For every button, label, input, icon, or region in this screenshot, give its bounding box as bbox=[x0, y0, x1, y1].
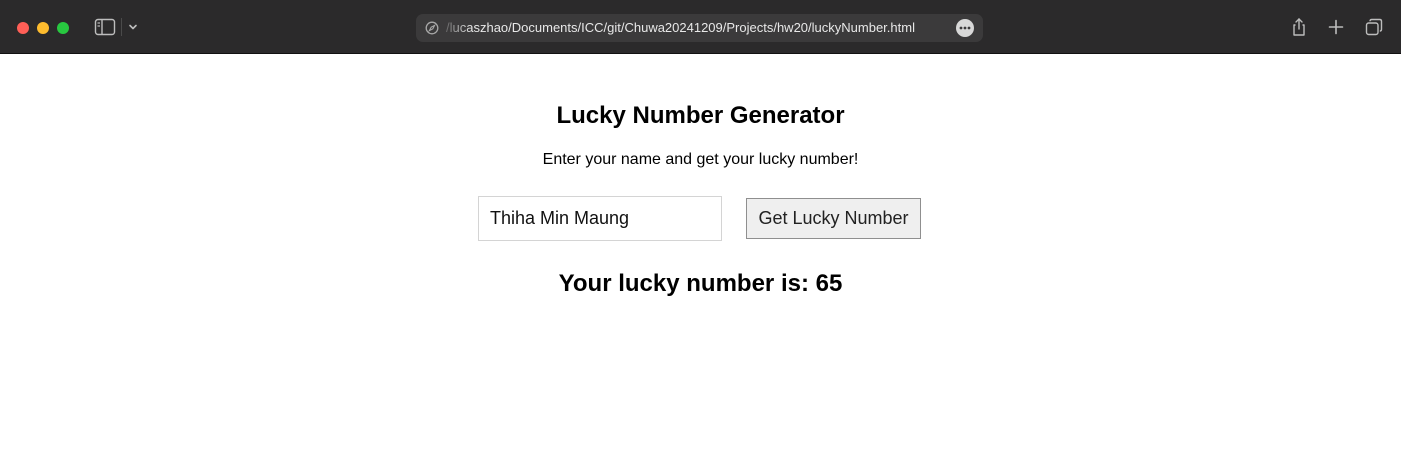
address-bar[interactable]: /lucaszhao/Documents/ICC/git/Chuwa202412… bbox=[416, 14, 983, 42]
toolbar-divider bbox=[121, 18, 122, 36]
get-lucky-number-button[interactable]: Get Lucky Number bbox=[746, 198, 921, 239]
name-input[interactable] bbox=[478, 196, 722, 241]
sidebar-icon[interactable] bbox=[94, 18, 116, 36]
page-title: Lucky Number Generator bbox=[556, 102, 845, 129]
share-icon[interactable] bbox=[1289, 17, 1309, 37]
plus-icon[interactable] bbox=[1326, 17, 1346, 37]
minimize-window-button[interactable] bbox=[37, 22, 49, 34]
url-text: /lucaszhao/Documents/ICC/git/Chuwa202412… bbox=[446, 20, 915, 35]
zoom-window-button[interactable] bbox=[57, 22, 69, 34]
chevron-down-icon[interactable] bbox=[126, 20, 140, 34]
page-subtitle: Enter your name and get your lucky numbe… bbox=[542, 151, 859, 168]
compass-icon bbox=[425, 21, 439, 35]
close-window-button[interactable] bbox=[17, 22, 29, 34]
page-content: Lucky Number Generator Enter your name a… bbox=[0, 54, 1401, 452]
browser-toolbar: /lucaszhao/Documents/ICC/git/Chuwa202412… bbox=[0, 0, 1401, 54]
lucky-number-result: Your lucky number is: 65 bbox=[558, 270, 843, 297]
tabs-icon[interactable] bbox=[1364, 17, 1384, 37]
more-icon[interactable] bbox=[956, 19, 974, 37]
